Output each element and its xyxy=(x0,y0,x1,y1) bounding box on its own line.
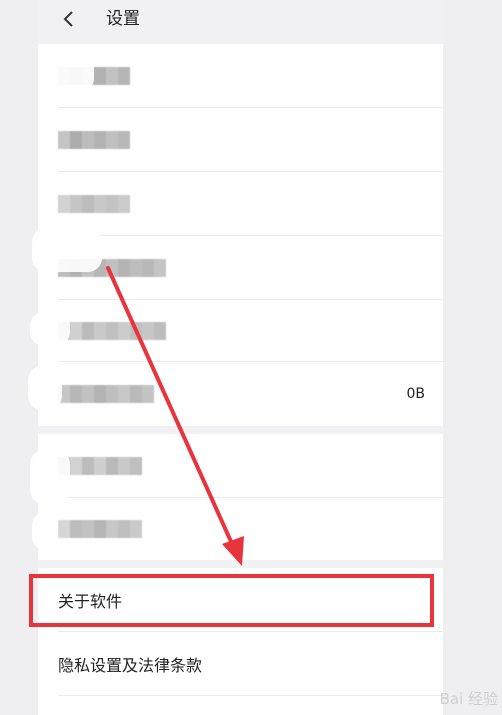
redacted-label xyxy=(58,385,154,403)
redaction-smudge xyxy=(30,312,70,346)
privacy-legal-row[interactable]: 隐私设置及法律条款 xyxy=(38,632,443,696)
settings-row[interactable] xyxy=(38,108,443,172)
settings-row-cache[interactable]: 0B xyxy=(38,362,443,426)
settings-row[interactable] xyxy=(38,300,443,362)
section-gap xyxy=(38,560,443,568)
about-software-label: 关于软件 xyxy=(58,592,123,611)
divider xyxy=(58,695,443,696)
settings-row[interactable] xyxy=(38,44,443,108)
page-title: 设置 xyxy=(106,9,140,29)
settings-row[interactable] xyxy=(38,172,443,236)
title-bar: 设置 xyxy=(38,0,443,44)
redacted-label xyxy=(58,131,130,149)
redacted-label xyxy=(58,322,166,340)
about-software-row[interactable]: 关于软件 xyxy=(38,568,443,632)
redaction-smudge xyxy=(32,512,58,550)
redaction-smudge xyxy=(28,366,62,410)
redaction-smudge xyxy=(32,228,102,272)
chevron-left-icon xyxy=(63,11,73,27)
settings-row[interactable] xyxy=(38,498,443,560)
redacted-label xyxy=(58,195,130,213)
redacted-label xyxy=(58,457,142,475)
redacted-label xyxy=(58,520,142,538)
redaction-smudge xyxy=(44,56,94,92)
privacy-legal-label: 隐私设置及法律条款 xyxy=(58,656,203,675)
cache-size-value: 0B xyxy=(406,386,425,402)
section-gap xyxy=(38,426,443,434)
back-button[interactable] xyxy=(56,6,82,32)
redaction-smudge xyxy=(30,450,70,504)
watermark: Bai 经验 xyxy=(439,690,498,708)
settings-screen: 设置 0B 关于软件 隐私设置及法律条款 xyxy=(38,0,443,715)
settings-row[interactable] xyxy=(38,434,443,498)
